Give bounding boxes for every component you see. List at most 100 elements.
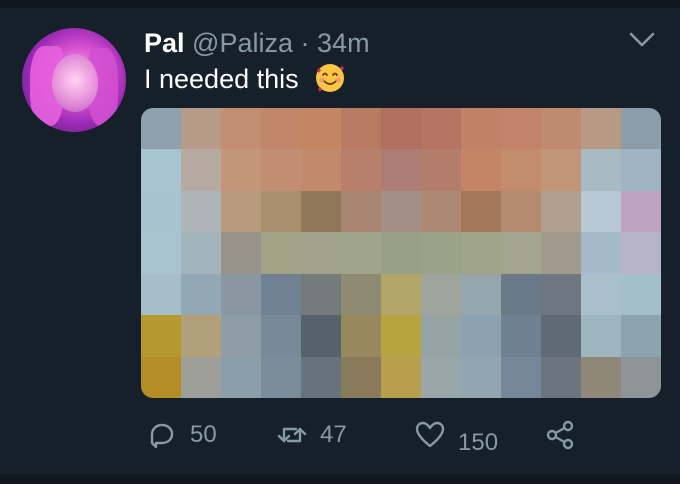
media-pixel-block [541,273,581,316]
media-pixel-block [181,315,221,357]
top-divider [0,0,680,8]
like-count: 150 [458,429,499,456]
media-pixel-block [221,149,261,191]
retweet-icon [277,427,307,443]
media-pixel-block [461,190,501,233]
media-pixel-block [581,108,621,150]
media-pixel-block [141,315,181,357]
media-pixel-block [581,273,621,316]
media-pixel-block [461,273,501,316]
media-pixel-block [141,273,181,316]
media-pixel-block [341,315,381,357]
media-pixel-block [381,190,421,233]
media-pixel-block [261,149,301,191]
media-pixel-block [581,232,621,274]
media-pixel-block [221,190,261,233]
media-pixel-block [501,356,541,398]
media-pixel-block [461,356,501,398]
tweet-text: I needed this [144,62,346,96]
media-pixel-block [341,190,381,233]
media-pixel-block [181,149,221,191]
user-handle[interactable]: @Paliza [192,28,293,58]
reply-count: 50 [190,421,217,448]
media-pixel-block [581,315,621,357]
media-pixel-block [261,108,301,150]
media-pixel-block [541,108,581,150]
media-pixel-block [181,108,221,150]
media-pixel-block [141,108,181,150]
media-pixel-block [181,273,221,316]
media-pixel-block [381,273,421,316]
retweet-count: 47 [320,421,347,448]
media-pixel-block [621,149,661,191]
media-pixel-block [581,190,621,233]
media-pixel-block [541,190,581,233]
media-pixel-block [261,315,301,357]
media-pixel-block [341,232,381,274]
media-pixel-block [621,315,661,357]
separator-dot: · [300,28,310,58]
media-pixel-block [181,190,221,233]
tweet-text-content: I needed this [144,64,299,94]
media-pixel-block [421,273,461,316]
media-pixel-block [501,108,541,150]
media-pixel-block [381,315,421,357]
media-pixel-block [501,273,541,316]
media-pixel-block [501,315,541,357]
media-pixel-block [621,356,661,398]
display-name[interactable]: Pal [144,28,185,58]
media-pixel-block [301,108,341,150]
media-pixel-block [301,149,341,191]
media-pixel-block [141,149,181,191]
media-pixel-block [581,356,621,398]
media-pixel-block [421,190,461,233]
media-pixel-block [301,190,341,233]
reply-button[interactable]: 50 [146,418,217,452]
media-pixel-block [381,356,421,398]
media-pixel-block [381,232,421,274]
media-pixel-block [421,232,461,274]
media-pixel-block [341,108,381,150]
media-pixel-block [301,273,341,316]
media-pixel-block [221,315,261,357]
media-pixel-block [541,356,581,398]
avatar-face [52,54,98,112]
reply-icon [150,423,174,449]
media-pixel-block [621,273,661,316]
media-pixel-block [421,315,461,357]
media-pixel-block [421,108,461,150]
media-pixel-block [341,149,381,191]
media-pixel-block [421,356,461,398]
media-pixel-block [141,232,181,274]
media-pixel-block [501,190,541,233]
media-pixel-block [381,149,421,191]
chevron-down-icon[interactable] [628,30,656,50]
retweet-button[interactable]: 47 [276,418,347,452]
media-pixel-block [221,108,261,150]
media-pixel-block [141,356,181,398]
media-pixel-block [261,273,301,316]
media-pixel-block [581,149,621,191]
media-pixel-block [461,108,501,150]
share-button[interactable] [544,418,576,452]
media-pixel-block [221,232,261,274]
avatar[interactable] [22,28,126,132]
like-button[interactable]: 150 [414,418,498,456]
media-pixel-block [301,356,341,398]
media-pixel-block [341,273,381,316]
smiling-face-with-hearts-icon [316,64,345,92]
media-pixel-block [621,108,661,150]
media-pixel-block [261,356,301,398]
media-pixel-block [501,149,541,191]
tweet-timestamp[interactable]: 34m [317,28,370,58]
media-pixel-block [261,232,301,274]
media-pixel-block [541,315,581,357]
media-pixel-block [381,108,421,150]
media-pixel-block [621,190,661,233]
media-pixel-block [421,149,461,191]
share-icon [546,420,574,450]
media-pixel-block [301,315,341,357]
media-pixel-block [221,356,261,398]
media-pixel-block [341,356,381,398]
media-image-pixelated[interactable] [141,108,661,398]
